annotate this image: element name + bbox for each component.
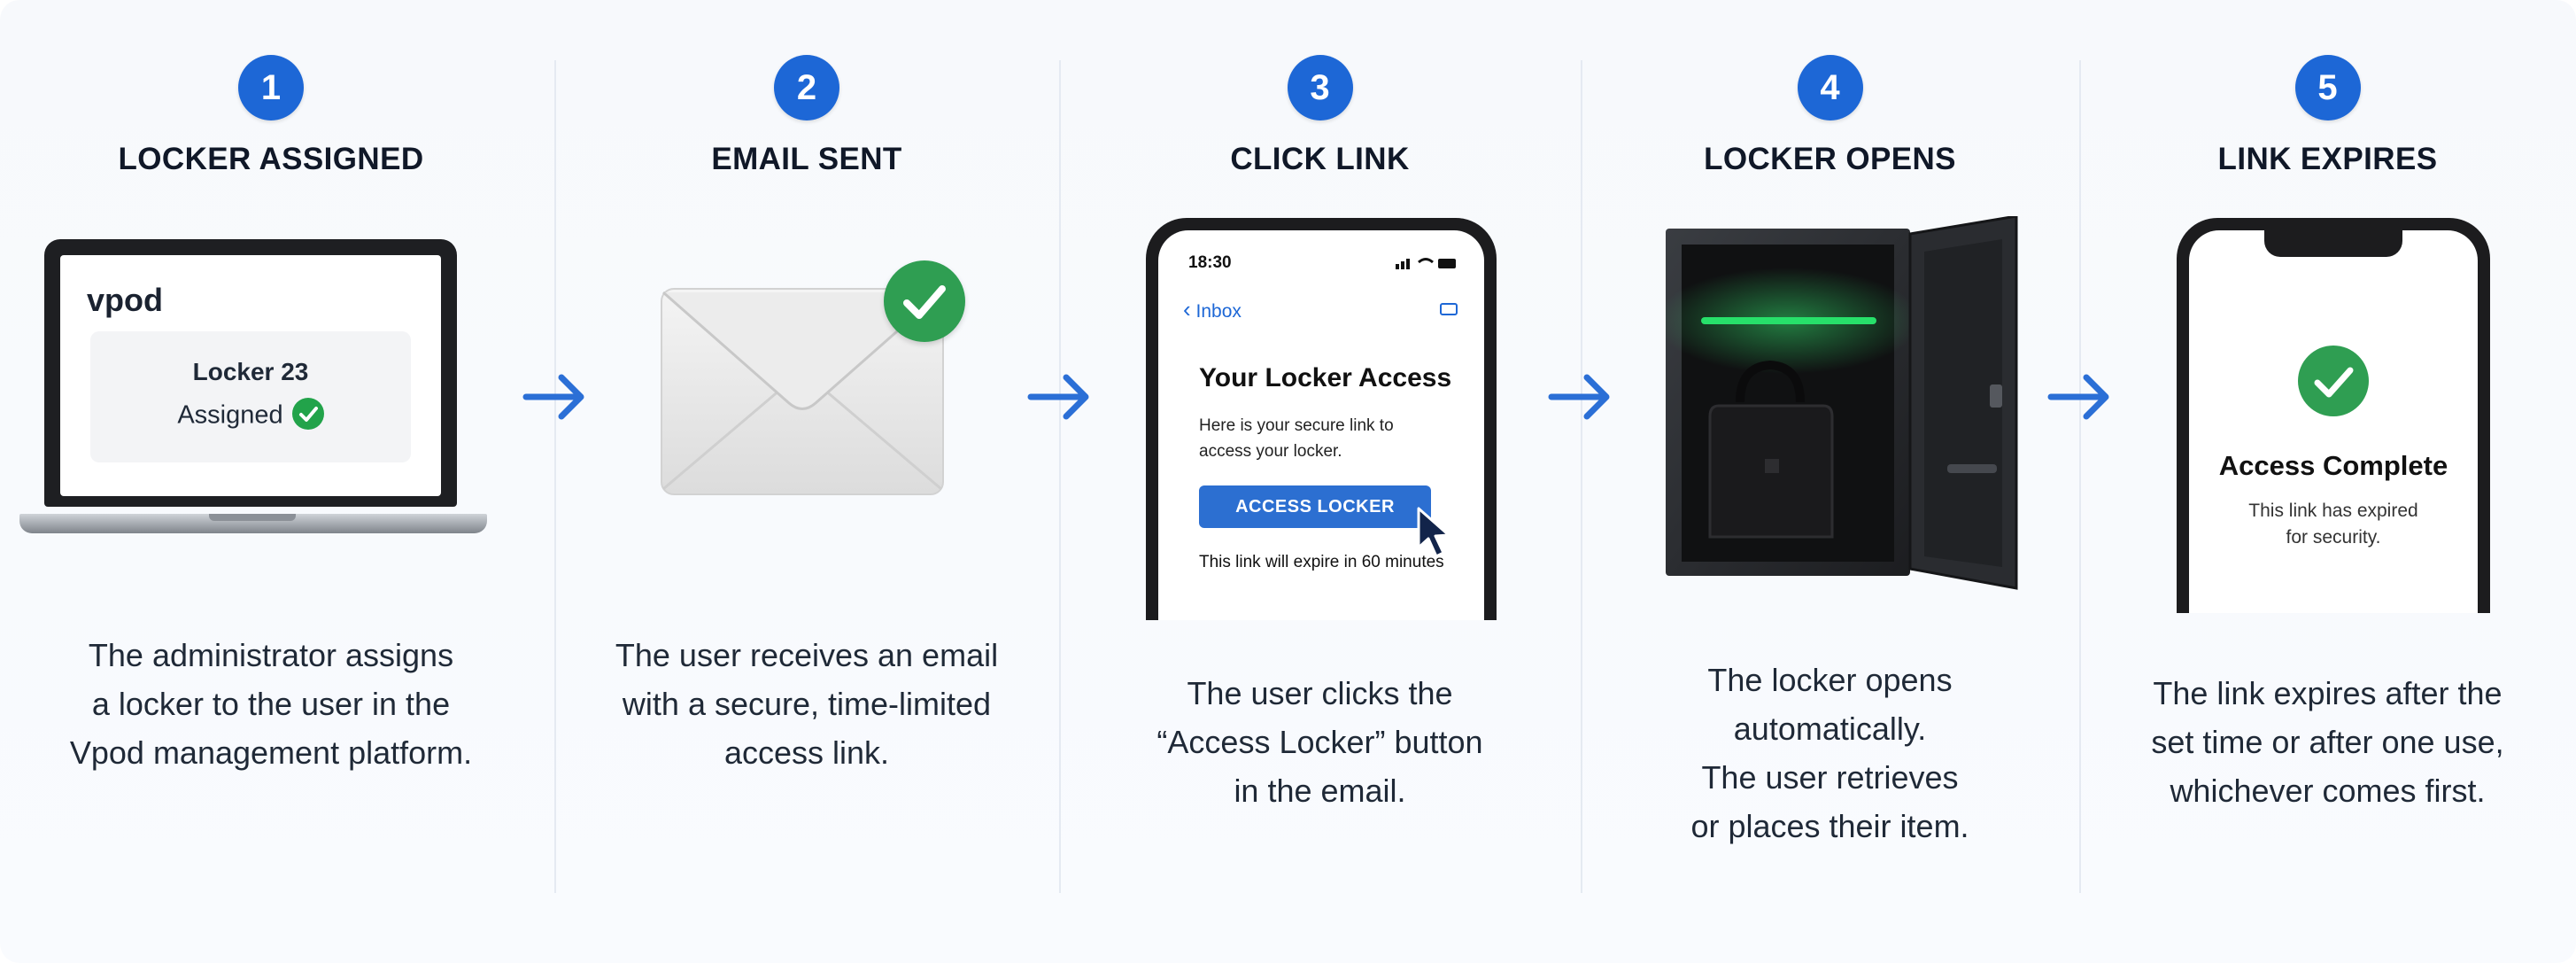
step-title: LOCKER ASSIGNED xyxy=(118,142,424,176)
step-description: The administrator assigns a locker to th… xyxy=(69,637,473,771)
status-bar-icons xyxy=(1396,258,1456,269)
process-diagram: 1 LOCKER ASSIGNED vpod Locker 23 Assigne… xyxy=(0,0,2576,963)
step-1: 1 LOCKER ASSIGNED vpod Locker 23 Assigne… xyxy=(0,0,542,963)
locker-card-status: Assigned xyxy=(177,400,283,430)
open-locker-illustration xyxy=(1666,216,2018,590)
access-complete-body: This link has expired for security. xyxy=(2248,501,2418,548)
step-title: LINK EXPIRES xyxy=(2217,142,2438,176)
step-number-badge: 2 xyxy=(774,55,839,120)
email-expiry-note: This link will expire in 60 minutes xyxy=(1199,553,1444,571)
access-locker-button[interactable]: ACCESS LOCKER xyxy=(1199,485,1431,528)
check-icon xyxy=(2298,346,2369,416)
step-number-badge: 4 xyxy=(1797,55,1863,120)
cursor-icon xyxy=(1417,507,1450,558)
inbox-back-link[interactable]: ‹ Inbox xyxy=(1183,296,1242,323)
step-description: The locker opens automatically. The user… xyxy=(1690,662,1969,844)
step-2: 2 EMAIL SENT The user receives an email … xyxy=(554,0,1059,963)
check-icon xyxy=(884,260,965,342)
step-4: 4 LOCKER OPENS The locker opens automati… xyxy=(1581,0,2079,963)
status-time: 18:30 xyxy=(1188,253,1232,272)
laptop-illustration: vpod Locker 23 Assigned xyxy=(44,239,457,507)
locker-card-title: Locker 23 xyxy=(192,358,309,385)
step-number-badge: 3 xyxy=(1287,55,1353,120)
step-number-badge: 5 xyxy=(2294,55,2361,120)
more-icon[interactable] xyxy=(1440,303,1458,315)
access-complete-title: Access Complete xyxy=(2218,450,2448,481)
chevron-left-icon: ‹ xyxy=(1183,296,1191,322)
step-description: The link expires after the set time or a… xyxy=(2151,675,2504,809)
vpod-logo: vpod xyxy=(87,282,163,318)
step-title: LOCKER OPENS xyxy=(1704,142,1956,176)
step-description: The user receives an email with a secure… xyxy=(615,637,999,771)
locker-card: Locker 23 Assigned xyxy=(90,331,411,462)
step-description: The user clicks the “Access Locker” butt… xyxy=(1156,675,1483,809)
step-title: CLICK LINK xyxy=(1230,142,1410,176)
phone-complete-illustration: Access Complete This link has expired fo… xyxy=(2177,218,2490,613)
phone-email-illustration: 18:30 ‹ Inbox Your Locker Access Here is… xyxy=(1146,218,1497,620)
phone-notch xyxy=(2264,230,2402,257)
step-title: EMAIL SENT xyxy=(711,142,902,176)
email-body: Here is your secure link to access your … xyxy=(1199,416,1394,461)
check-icon xyxy=(291,398,324,430)
step-3: 3 CLICK LINK 18:30 ‹ Inbox Your Locker A… xyxy=(1059,0,1581,963)
email-subject: Your Locker Access xyxy=(1199,363,1452,392)
step-number-badge: 1 xyxy=(238,55,304,120)
step-5: 5 LINK EXPIRES Access Complete This link… xyxy=(2079,0,2576,963)
